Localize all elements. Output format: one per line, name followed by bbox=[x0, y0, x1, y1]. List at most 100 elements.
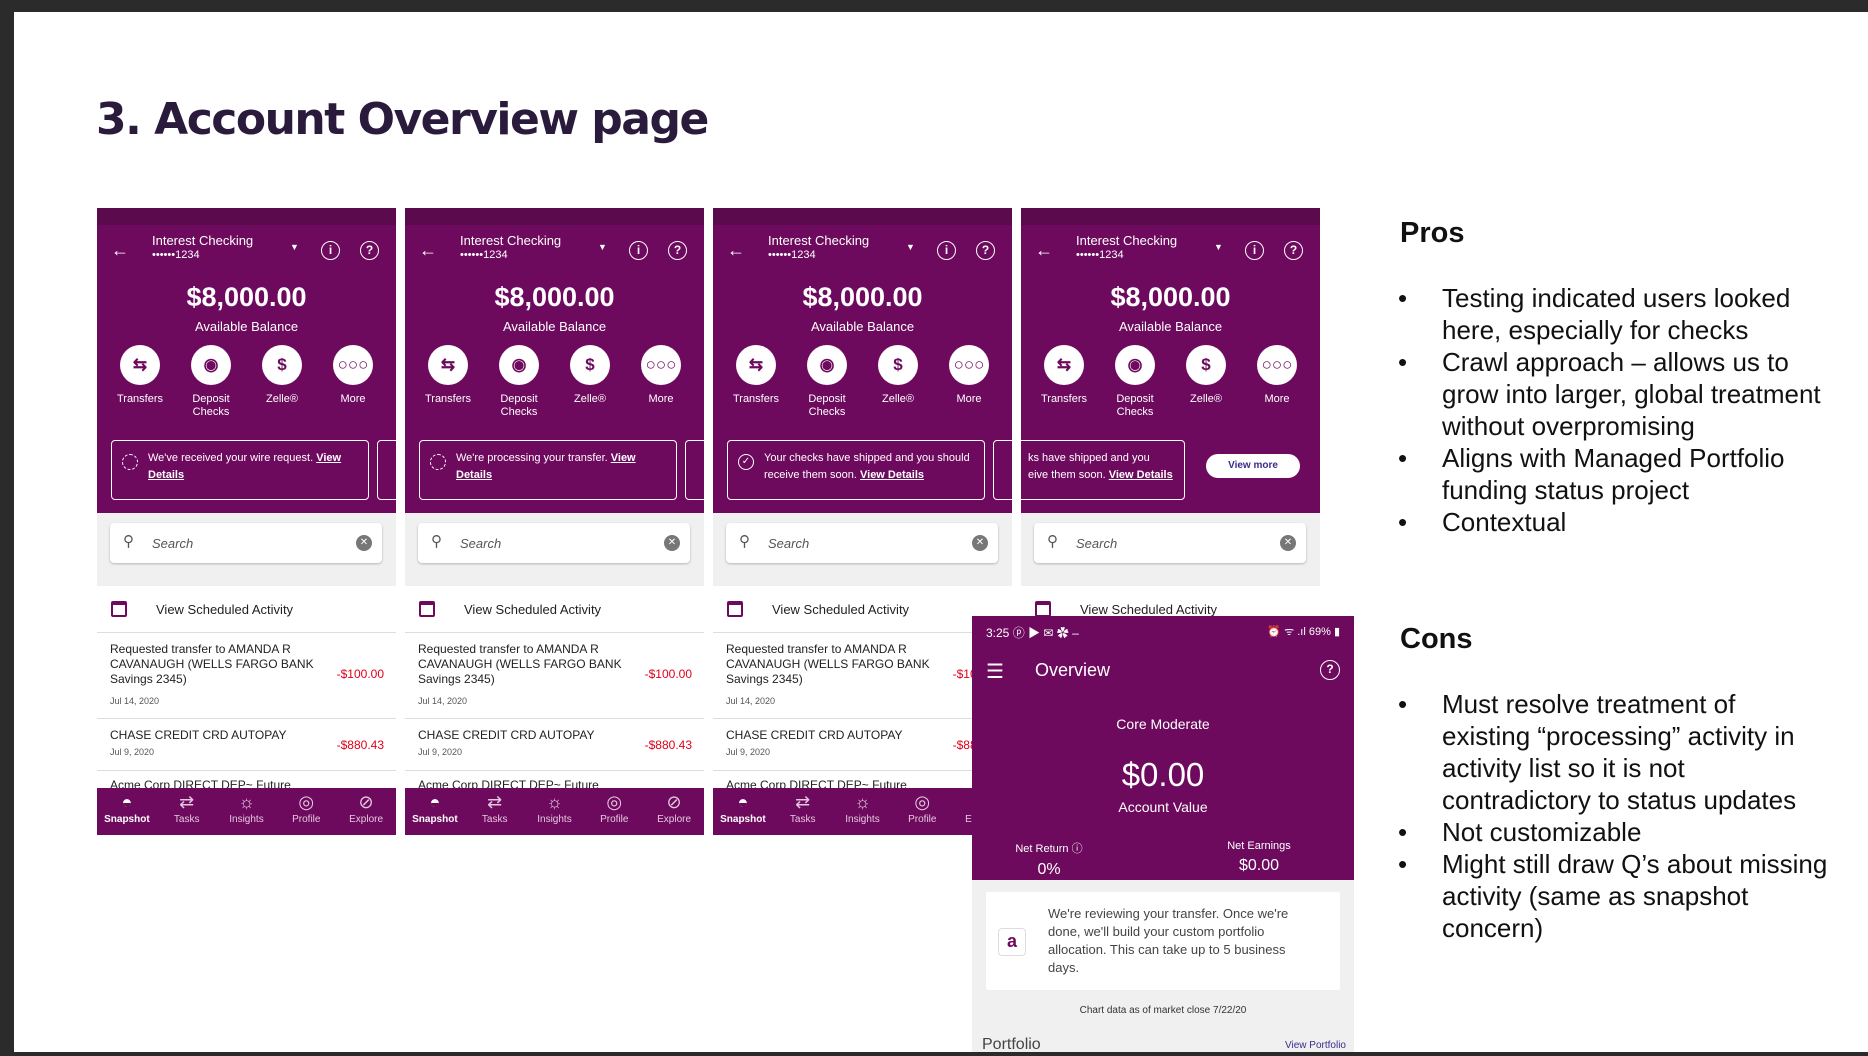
status-bar bbox=[97, 208, 396, 225]
nav-explore[interactable]: ⊘Explore bbox=[644, 788, 704, 835]
transaction-row[interactable]: Requested transfer to AMANDA R CAVANAUGH… bbox=[713, 633, 1012, 719]
view-details-link[interactable]: View Details bbox=[860, 469, 924, 481]
caret-down-icon[interactable]: ▼ bbox=[598, 242, 607, 252]
cons-item: Must resolve treatment of existing “proc… bbox=[1398, 688, 1828, 816]
view-details-link[interactable]: View Details bbox=[1109, 469, 1173, 481]
help-icon[interactable]: ? bbox=[1320, 660, 1340, 680]
action-deposit-checks[interactable]: ◉ Deposit Checks bbox=[486, 345, 552, 419]
account-selector[interactable]: Interest Checking ••••••1234 bbox=[1076, 234, 1177, 262]
status-bar bbox=[713, 208, 1012, 225]
nav-snapshot[interactable]: ◓Snapshot bbox=[405, 788, 465, 835]
next-banner-peek bbox=[377, 440, 396, 500]
info-icon[interactable]: i bbox=[1245, 241, 1264, 260]
action-more[interactable]: ○○○ More bbox=[628, 345, 694, 419]
transaction-row[interactable]: Requested transfer to AMANDA R CAVANAUGH… bbox=[405, 633, 704, 719]
action-zelle[interactable]: $ Zelle® bbox=[557, 345, 623, 419]
zelle-icon: $ bbox=[262, 345, 302, 385]
calendar-icon bbox=[419, 601, 435, 617]
scheduled-activity-link[interactable]: View Scheduled Activity bbox=[713, 586, 1012, 633]
back-arrow-icon[interactable]: ← bbox=[727, 240, 745, 261]
nav-snapshot[interactable]: ◓Snapshot bbox=[713, 788, 773, 835]
action-transfers[interactable]: ⇆ Transfers bbox=[107, 345, 173, 419]
nav-profile[interactable]: ◎Profile bbox=[584, 788, 644, 835]
info-icon[interactable]: ⓘ bbox=[1072, 843, 1083, 855]
scheduled-activity-link[interactable]: View Scheduled Activity bbox=[97, 586, 396, 633]
nav-insights[interactable]: ☼Insights bbox=[525, 788, 585, 835]
account-selector[interactable]: Interest Checking ••••••1234 bbox=[152, 234, 253, 262]
action-more[interactable]: ○○○ More bbox=[936, 345, 1002, 419]
balance-label: Available Balance bbox=[810, 319, 915, 334]
nav-snapshot[interactable]: ◓Snapshot bbox=[97, 788, 157, 835]
cons-list: Must resolve treatment of existing “proc… bbox=[1398, 688, 1828, 944]
help-icon[interactable]: ? bbox=[1284, 241, 1303, 260]
search-input[interactable]: ⚲ Search ✕ bbox=[1034, 523, 1306, 563]
nav-explore[interactable]: ⊘Explore bbox=[336, 788, 396, 835]
status-banner[interactable]: ✓ Your checks have shipped and you should… bbox=[727, 440, 985, 500]
caret-down-icon[interactable]: ▼ bbox=[290, 242, 299, 252]
status-banner[interactable]: We're processing your transfer. View Det… bbox=[419, 440, 677, 500]
nav-profile[interactable]: ◎Profile bbox=[276, 788, 336, 835]
caret-down-icon[interactable]: ▼ bbox=[906, 242, 915, 252]
portfolio-name: Core Moderate bbox=[1116, 716, 1210, 732]
progress-icon bbox=[122, 454, 138, 470]
nav-insights[interactable]: ☼Insights bbox=[833, 788, 893, 835]
info-icon[interactable]: i bbox=[937, 241, 956, 260]
nav-profile[interactable]: ◎Profile bbox=[892, 788, 952, 835]
bottom-nav: ◓Snapshot ⇄Tasks ☼Insights ◎Profile ⊘Exp… bbox=[713, 788, 1012, 835]
action-transfers[interactable]: ⇆ Transfers bbox=[1031, 345, 1097, 419]
search-input[interactable]: ⚲ Search ✕ bbox=[726, 523, 998, 563]
account-selector[interactable]: Interest Checking ••••••1234 bbox=[460, 234, 561, 262]
scheduled-activity-link[interactable]: View Scheduled Activity bbox=[405, 586, 704, 633]
back-arrow-icon[interactable]: ← bbox=[1035, 240, 1053, 261]
transfer-status-message: We're reviewing your transfer. Once we'r… bbox=[1048, 906, 1289, 975]
search-input[interactable]: ⚲ Search ✕ bbox=[418, 523, 690, 563]
clear-icon[interactable]: ✕ bbox=[356, 535, 372, 551]
pros-item: Contextual bbox=[1398, 506, 1828, 538]
account-name: Interest Checking bbox=[460, 233, 562, 248]
info-icon[interactable]: i bbox=[629, 241, 648, 260]
search-input[interactable]: ⚲ Search ✕ bbox=[110, 523, 382, 563]
action-zelle[interactable]: $ Zelle® bbox=[865, 345, 931, 419]
action-zelle[interactable]: $ Zelle® bbox=[1173, 345, 1239, 419]
account-selector[interactable]: Interest Checking ••••••1234 bbox=[768, 234, 869, 262]
help-icon[interactable]: ? bbox=[976, 241, 995, 260]
info-icon[interactable]: i bbox=[321, 241, 340, 260]
caret-down-icon[interactable]: ▼ bbox=[1214, 242, 1223, 252]
status-banner[interactable]: ks have shipped and you eive them soon. … bbox=[1021, 440, 1185, 500]
clear-icon[interactable]: ✕ bbox=[972, 535, 988, 551]
nav-insights[interactable]: ☼Insights bbox=[217, 788, 277, 835]
clear-icon[interactable]: ✕ bbox=[1280, 535, 1296, 551]
transaction-row[interactable]: Requested transfer to AMANDA R CAVANAUGH… bbox=[97, 633, 396, 719]
status-time: 3:25 ⓟ ▶ ✉ ✿ – bbox=[986, 626, 1079, 640]
status-banner[interactable]: We've received your wire request. View D… bbox=[111, 440, 369, 500]
action-deposit-checks[interactable]: ◉ Deposit Checks bbox=[178, 345, 244, 419]
transaction-row[interactable]: CHASE CREDIT CRD AUTOPAY Jul 9, 2020 -$8… bbox=[97, 719, 396, 771]
available-balance: $8,000.00 bbox=[186, 282, 307, 312]
action-deposit-checks[interactable]: ◉ Deposit Checks bbox=[1102, 345, 1168, 419]
nav-tasks[interactable]: ⇄Tasks bbox=[465, 788, 525, 835]
action-more[interactable]: ○○○ More bbox=[320, 345, 386, 419]
back-arrow-icon[interactable]: ← bbox=[419, 240, 437, 261]
nav-tasks[interactable]: ⇄Tasks bbox=[157, 788, 217, 835]
action-zelle[interactable]: $ Zelle® bbox=[249, 345, 315, 419]
zelle-icon: $ bbox=[570, 345, 610, 385]
transaction-row[interactable]: CHASE CREDIT CRD AUTOPAY Jul 9, 2020 -$8… bbox=[405, 719, 704, 771]
app-logo-icon: a bbox=[998, 928, 1026, 956]
piggy-bank-icon: ◉ bbox=[1115, 345, 1155, 385]
nav-tasks[interactable]: ⇄Tasks bbox=[773, 788, 833, 835]
action-transfers[interactable]: ⇆ Transfers bbox=[415, 345, 481, 419]
action-more[interactable]: ○○○ More bbox=[1244, 345, 1310, 419]
clear-icon[interactable]: ✕ bbox=[664, 535, 680, 551]
action-deposit-checks[interactable]: ◉ Deposit Checks bbox=[794, 345, 860, 419]
action-transfers[interactable]: ⇆ Transfers bbox=[723, 345, 789, 419]
view-more-button[interactable]: View more bbox=[1206, 454, 1300, 478]
transaction-row[interactable]: CHASE CREDIT CRD AUTOPAY Jul 9, 2020 -$8… bbox=[713, 719, 1012, 771]
balance-label: Available Balance bbox=[1118, 319, 1223, 334]
help-icon[interactable]: ? bbox=[668, 241, 687, 260]
slide-title: 3. Account Overview page bbox=[96, 94, 709, 145]
help-icon[interactable]: ? bbox=[360, 241, 379, 260]
hamburger-menu-icon[interactable]: ☰ bbox=[986, 659, 1004, 684]
back-arrow-icon[interactable]: ← bbox=[111, 240, 129, 261]
calendar-icon bbox=[727, 601, 743, 617]
view-portfolio-link[interactable]: View Portfolio bbox=[1285, 1040, 1346, 1051]
